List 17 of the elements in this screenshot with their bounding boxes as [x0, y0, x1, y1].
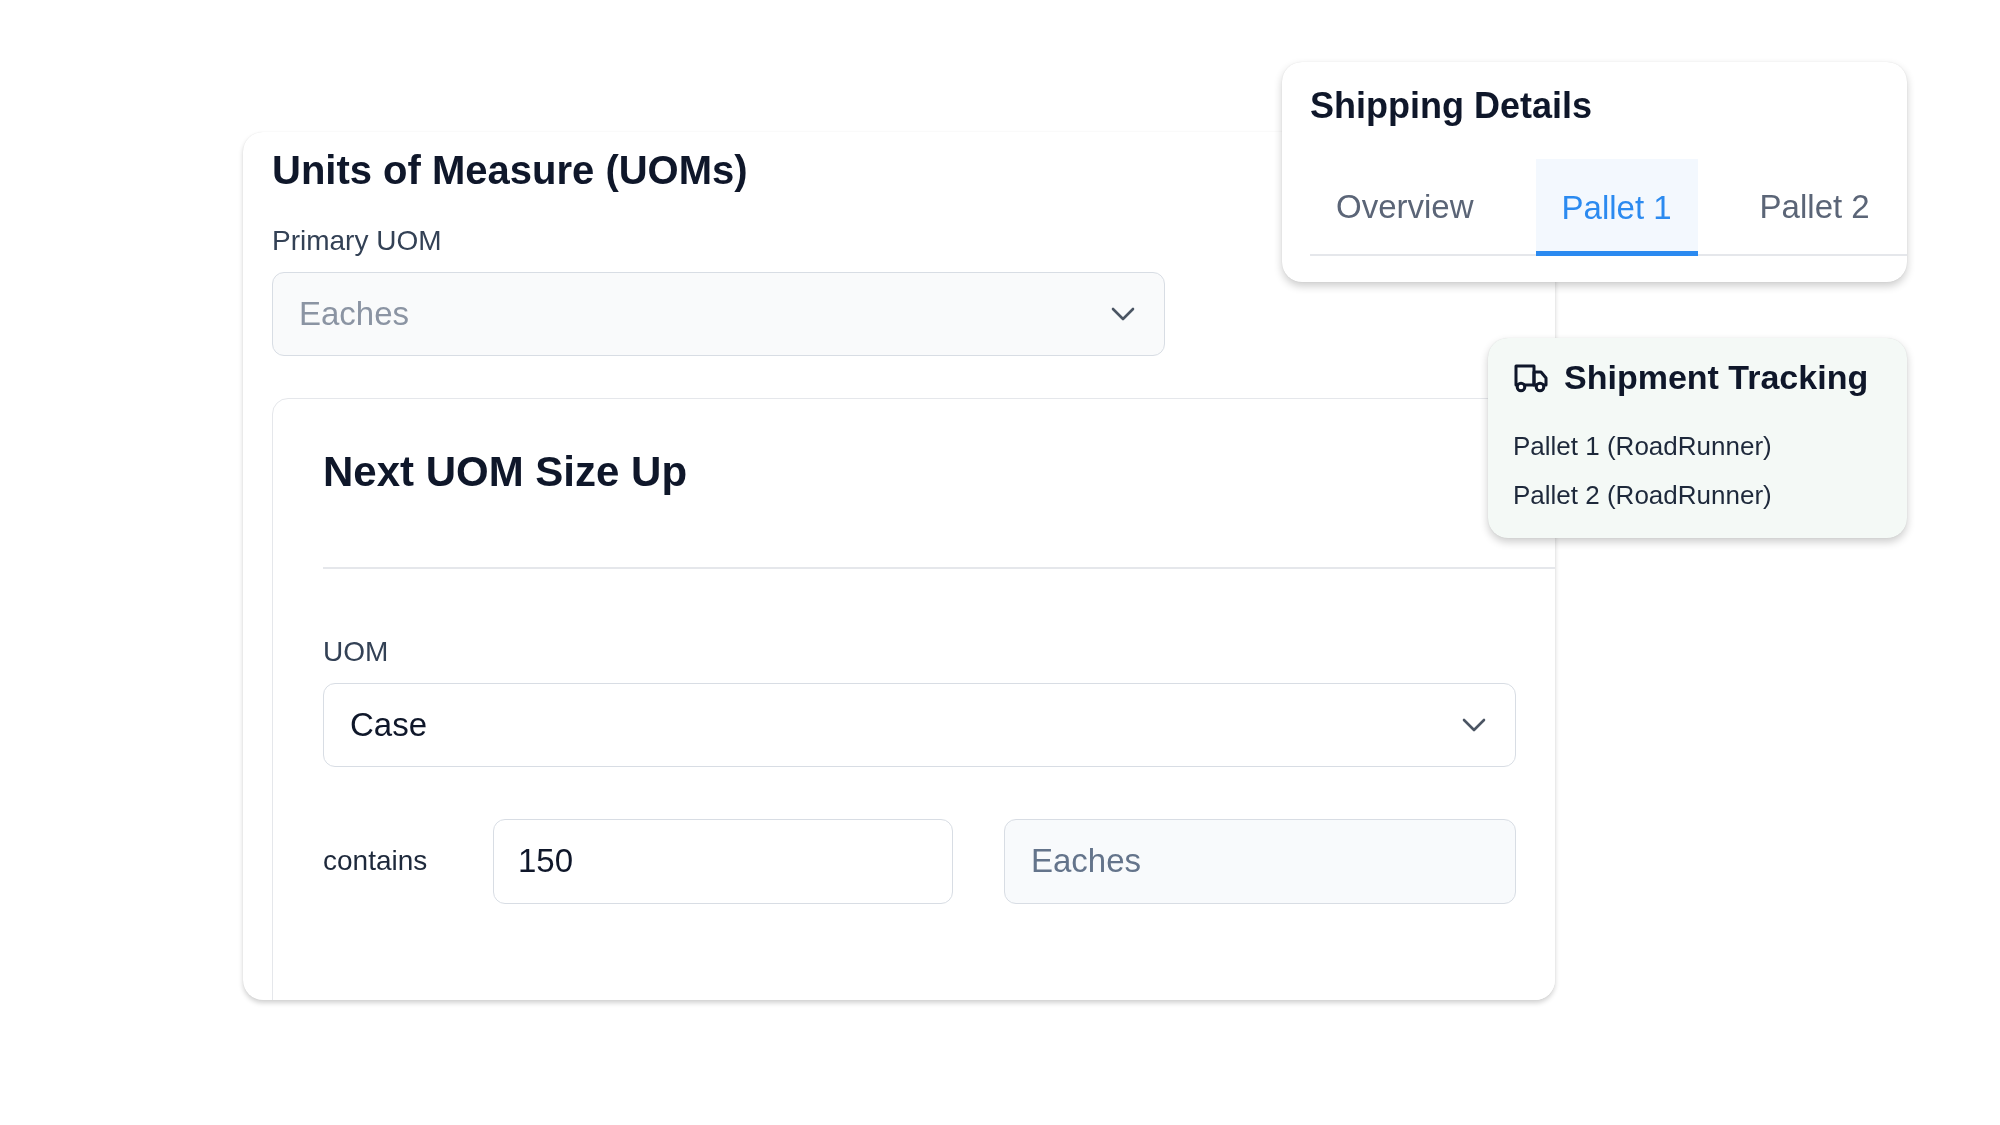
unit-field: Eaches — [1004, 818, 1516, 904]
tab[interactable]: Pallet 2 — [1733, 159, 1896, 255]
chevron-down-icon — [1461, 716, 1487, 733]
section-title: Next UOM Size Up — [323, 446, 689, 497]
card-title: Shipment Tracking — [1564, 358, 1869, 397]
quantity-input[interactable]: 150 — [493, 818, 953, 904]
card-title: Shipping Details — [1310, 84, 1594, 128]
tab[interactable]: Overview — [1310, 159, 1500, 255]
tracking-item[interactable]: Pallet 2 (RoadRunner) — [1513, 480, 1907, 512]
field-label: Primary UOM — [272, 224, 443, 258]
field-label: UOM — [323, 635, 390, 669]
tracking-item[interactable]: Pallet 1 (RoadRunner) — [1513, 431, 1907, 463]
chevron-down-icon — [1110, 305, 1136, 322]
uom-select[interactable]: Case — [323, 682, 1516, 767]
truck-icon — [1513, 362, 1549, 393]
contains-label: contains — [323, 845, 429, 878]
section-title: Units of Measure (UOMs) — [272, 147, 749, 194]
